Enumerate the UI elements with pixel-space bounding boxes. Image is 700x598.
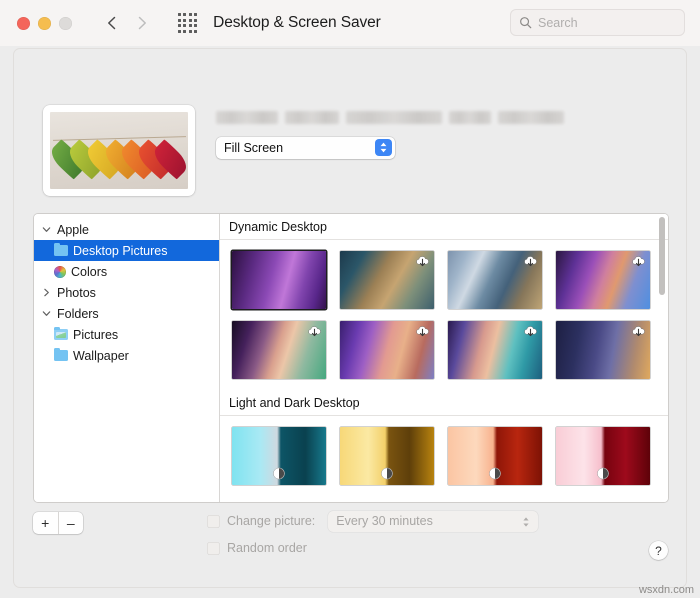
zoom-window-button[interactable] <box>59 16 72 30</box>
wallpaper-thumb[interactable] <box>448 321 542 379</box>
wallpaper-thumb[interactable] <box>232 321 326 379</box>
sidebar-item-pictures[interactable]: Pictures <box>34 324 219 345</box>
random-order-row: Random order <box>207 537 538 559</box>
watermark: wsxdn.com <box>638 584 694 596</box>
change-picture-label: Change picture: <box>227 514 316 528</box>
random-order-label: Random order <box>227 541 307 555</box>
grid-view-icon[interactable] <box>178 13 198 33</box>
disclosure-open-icon[interactable] <box>40 225 52 234</box>
change-picture-checkbox[interactable] <box>207 514 220 528</box>
section-header-light-and-dark-desktop: Light and Dark Desktop <box>220 390 668 416</box>
navigation-buttons <box>104 15 150 31</box>
back-button[interactable] <box>104 15 120 31</box>
window-title: Desktop & Screen Saver <box>213 14 381 31</box>
search-icon <box>520 17 532 29</box>
sidebar-label: Photos <box>57 285 96 300</box>
folder-icon <box>54 347 68 361</box>
disclosure-open-icon[interactable] <box>40 309 52 318</box>
sidebar-label: Desktop Pictures <box>73 243 168 258</box>
preferences-panel: Fill Screen Apple Desktop Pictures Color… <box>13 48 687 588</box>
wallpaper-thumb[interactable] <box>340 251 434 309</box>
chevron-left-icon <box>108 16 116 30</box>
sidebar-label: Folders <box>57 306 99 321</box>
interval-popup-value: Every 30 minutes <box>336 514 433 528</box>
wallpaper-thumb[interactable] <box>448 251 542 309</box>
pictures-folder-icon <box>54 326 68 340</box>
sidebar-item-apple[interactable]: Apple <box>34 219 219 240</box>
download-cloud-icon <box>632 326 645 337</box>
sidebar-item-wallpaper[interactable]: Wallpaper <box>34 345 219 366</box>
chevron-updown-icon <box>375 139 392 156</box>
wallpaper-scrollbar[interactable] <box>658 217 666 501</box>
wallpaper-thumb[interactable] <box>340 427 434 485</box>
sidebar-item-photos[interactable]: Photos <box>34 282 219 303</box>
autumn-leaves-thumbnail <box>50 112 188 189</box>
light-dark-toggle-icon <box>273 467 285 480</box>
forward-button[interactable] <box>134 15 150 31</box>
chevron-right-icon <box>138 16 146 30</box>
download-cloud-icon <box>416 256 429 267</box>
title-bar: Desktop & Screen Saver Search <box>0 0 700 46</box>
wallpaper-thumb[interactable] <box>556 427 650 485</box>
download-cloud-icon <box>524 256 537 267</box>
download-cloud-icon <box>524 326 537 337</box>
bottom-controls: Change picture: Every 30 minutes Random … <box>207 510 539 559</box>
chevron-updown-icon <box>522 515 530 533</box>
search-field[interactable]: Search <box>510 9 685 36</box>
download-cloud-icon <box>416 326 429 337</box>
source-and-wallpaper-list: Apple Desktop Pictures Colors Photos Fol… <box>33 213 669 503</box>
add-remove-folder-control: + – <box>33 512 83 534</box>
help-button[interactable]: ? <box>649 541 668 560</box>
wallpaper-thumb[interactable] <box>340 321 434 379</box>
random-order-checkbox[interactable] <box>207 541 220 555</box>
traffic-lights <box>17 16 72 30</box>
preview-row: Fill Screen <box>43 105 564 196</box>
sidebar-item-folders[interactable]: Folders <box>34 303 219 324</box>
scale-popup-button[interactable]: Fill Screen <box>216 137 395 159</box>
light-and-dark-desktop-grid <box>220 416 668 496</box>
wallpaper-thumb[interactable] <box>556 251 650 309</box>
sidebar-item-colors[interactable]: Colors <box>34 261 219 282</box>
current-wallpaper-preview[interactable] <box>43 105 195 196</box>
interval-popup-button[interactable]: Every 30 minutes <box>328 510 539 533</box>
add-folder-button[interactable]: + <box>33 512 59 534</box>
light-dark-toggle-icon <box>597 467 609 480</box>
disclosure-closed-icon[interactable] <box>40 288 52 297</box>
source-sidebar: Apple Desktop Pictures Colors Photos Fol… <box>34 214 220 502</box>
download-cloud-icon <box>308 326 321 337</box>
light-dark-toggle-icon <box>489 467 501 480</box>
wallpaper-thumb[interactable] <box>232 251 326 309</box>
scale-popup-value: Fill Screen <box>224 141 284 155</box>
download-cloud-icon <box>632 256 645 267</box>
color-wheel-icon <box>54 265 66 278</box>
minimize-window-button[interactable] <box>38 16 51 30</box>
wallpaper-grid-pane[interactable]: Dynamic Desktop Light and Dark Desktop <box>220 214 668 502</box>
section-header-dynamic-desktop: Dynamic Desktop <box>220 214 668 240</box>
scrollbar-thumb[interactable] <box>659 217 665 295</box>
search-placeholder: Search <box>538 15 578 30</box>
sidebar-label: Pictures <box>73 327 119 342</box>
remove-folder-button[interactable]: – <box>59 512 84 534</box>
wallpaper-thumb[interactable] <box>556 321 650 379</box>
wallpaper-thumb[interactable] <box>232 427 326 485</box>
preview-details: Fill Screen <box>216 105 564 196</box>
close-window-button[interactable] <box>17 16 30 30</box>
sidebar-label: Wallpaper <box>73 348 129 363</box>
system-preferences-window: Desktop & Screen Saver Search Desktop Sc… <box>0 0 700 598</box>
redacted-filename <box>216 111 564 124</box>
sidebar-label: Colors <box>71 264 108 279</box>
folder-icon <box>54 242 68 256</box>
dynamic-desktop-grid <box>220 240 668 390</box>
change-picture-row: Change picture: Every 30 minutes <box>207 510 539 533</box>
light-dark-toggle-icon <box>381 467 393 480</box>
sidebar-label: Apple <box>57 222 89 237</box>
sidebar-item-desktop-pictures[interactable]: Desktop Pictures <box>34 240 219 261</box>
wallpaper-thumb[interactable] <box>448 427 542 485</box>
